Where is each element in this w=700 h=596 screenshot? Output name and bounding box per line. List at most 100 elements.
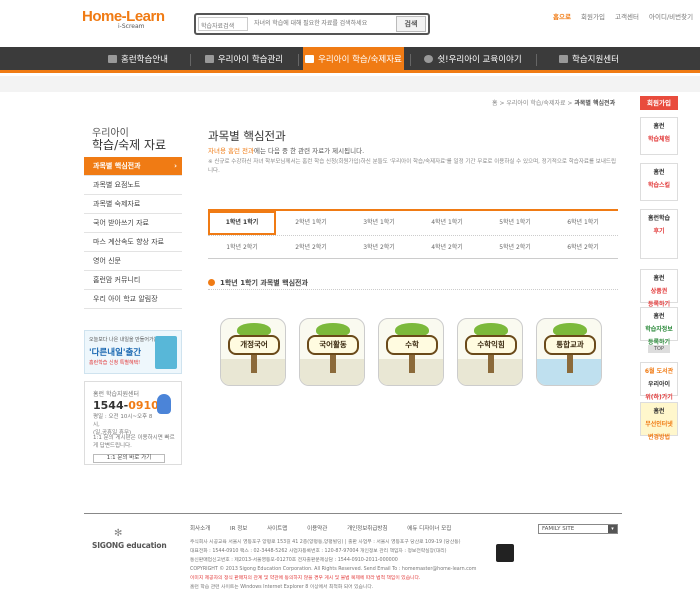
nav-label: 우리아이 학습관리 bbox=[217, 55, 284, 65]
top-link-find-account[interactable]: 아이디/비번찾기 bbox=[649, 13, 693, 21]
sidebar-item-school-notice[interactable]: 우리 아이 학교 알림장 bbox=[84, 290, 182, 309]
quick-line2: 학습체험 bbox=[647, 136, 671, 143]
search-input[interactable] bbox=[252, 17, 394, 31]
footer-link-terms[interactable]: 이용약관 bbox=[307, 524, 327, 532]
top-link-join[interactable]: 회원가입 bbox=[581, 13, 605, 21]
nav-divider bbox=[298, 54, 299, 66]
quick-voucher-button[interactable]: 홈런 상품권 등록하기 bbox=[640, 269, 678, 308]
book-promo-banner[interactable]: 오늘보다 나은 내일을 만들어가는 '다른내일'출간 홈런학습 신청 특별혜택! bbox=[84, 330, 182, 374]
quick-line3: 위(하)가기 bbox=[645, 394, 673, 401]
desc-rest: 에는 다음 중 한 관련 자료가 제시됩니다. bbox=[254, 147, 365, 155]
sidebar-item-english-news[interactable]: 영어 신문 bbox=[84, 252, 182, 271]
scroll-top-button[interactable]: TOP bbox=[648, 345, 670, 353]
quick-line2: 무선인터넷 bbox=[645, 421, 673, 428]
grade-tab-3-1[interactable]: 3학년 1학기 bbox=[345, 211, 413, 235]
quick-line1: 6월 도서관 bbox=[644, 368, 674, 375]
intro-icon bbox=[108, 55, 118, 63]
quick-review-button[interactable]: 홈런학습 후기 bbox=[640, 209, 678, 259]
grade-tab-2-1[interactable]: 2학년 1학기 bbox=[277, 211, 345, 235]
nav-divider bbox=[536, 54, 537, 66]
signpost-post bbox=[567, 353, 573, 373]
signpost-post bbox=[251, 353, 257, 373]
grade-tab-6-2[interactable]: 6학년 2학기 bbox=[549, 236, 617, 260]
grade-tab-5-1[interactable]: 5학년 1학기 bbox=[481, 211, 549, 235]
chevron-right-icon: › bbox=[174, 162, 177, 170]
cs-phone-suffix: 0910 bbox=[128, 399, 159, 412]
grade-tab-1-1[interactable]: 1학년 1학기 bbox=[208, 211, 276, 235]
banner-line3: 홈런학습 신청 특별혜택! bbox=[89, 360, 141, 366]
search-category-select[interactable]: 학습자료검색 bbox=[198, 17, 248, 31]
footer-link-about[interactable]: 회사소개 bbox=[190, 524, 210, 532]
sidebar-item-calc-speed[interactable]: 마스 계산속도 향상 자료 bbox=[84, 233, 182, 252]
footer-info-line2: 대표전화 : 1544-0910 팩스 : 02-3448-5262 사업자등록… bbox=[190, 549, 447, 554]
footer-link-sitemap[interactable]: 사이트맵 bbox=[267, 524, 287, 532]
subject-card-korean-activity[interactable]: 국어활동 bbox=[299, 318, 365, 386]
chevron-down-icon: ▾ bbox=[608, 525, 617, 533]
breadcrumb-home[interactable]: 홈 bbox=[492, 100, 498, 107]
grade-tab-4-2[interactable]: 4학년 2학기 bbox=[413, 236, 481, 260]
quick-line1: 홈런학습 bbox=[647, 215, 671, 222]
nav-item-study-material[interactable]: 우리아이 학습/숙제자료 bbox=[303, 47, 404, 73]
subject-label: 수학익힘 bbox=[465, 335, 517, 355]
speech-bubble-icon bbox=[424, 55, 434, 63]
sidebar-item-core-study[interactable]: 과목별 핵심전과 › bbox=[84, 157, 182, 176]
sidebar-item-community[interactable]: 홈런맘 커뮤니티 bbox=[84, 271, 182, 290]
signpost-post bbox=[330, 353, 336, 373]
subject-card-integrated[interactable]: 통합교과 bbox=[536, 318, 602, 386]
signpost-post bbox=[488, 353, 494, 373]
grade-row-semester1: 1학년 1학기 2학년 1학기 3학년 1학기 4학년 1학기 5학년 1학기 … bbox=[208, 211, 618, 235]
grade-tab-1-2[interactable]: 1학년 2학기 bbox=[208, 236, 276, 260]
nav-item-study-manage[interactable]: 우리아이 학습관리 bbox=[198, 47, 290, 73]
grade-tab-2-2[interactable]: 2학년 2학기 bbox=[277, 236, 345, 260]
grade-tab-3-2[interactable]: 3학년 2학기 bbox=[345, 236, 413, 260]
subject-card-math[interactable]: 수학 bbox=[378, 318, 444, 386]
subject-label: 통합교과 bbox=[544, 335, 596, 355]
grade-tab-4-1[interactable]: 4학년 1학기 bbox=[413, 211, 481, 235]
search-button[interactable]: 검색 bbox=[396, 16, 426, 32]
top-link-home[interactable]: 홈으로 bbox=[553, 13, 571, 21]
subject-card-korean[interactable]: 개정국어 bbox=[220, 318, 286, 386]
footer-link-privacy[interactable]: 개인정보취급방침 bbox=[347, 524, 387, 532]
breadcrumb-section[interactable]: 우리아이 학습/숙제자료 bbox=[506, 100, 565, 107]
phone-icon bbox=[559, 55, 569, 63]
family-site-label: FAMILY SITE bbox=[542, 526, 575, 532]
certification-badge-icon bbox=[496, 544, 514, 562]
nav-item-support-center[interactable]: 학습지원센터 bbox=[544, 47, 634, 73]
home-learn-logo[interactable]: Home-Learn i-Scream bbox=[82, 8, 172, 34]
footer-copyright: COPYRIGHT © 2013 Sigong Education Corpor… bbox=[190, 567, 477, 572]
footer-notice2: 홈런 학습 관련 사이트는 Windows Internet Explorer … bbox=[190, 585, 374, 590]
qna-button[interactable]: 1:1 문의 바로 가기 bbox=[93, 454, 165, 463]
nav-label: 우리아이 학습/숙제자료 bbox=[318, 55, 402, 65]
folder-icon bbox=[305, 55, 315, 63]
sidebar-item-summary-notes[interactable]: 과목별 요점노트 bbox=[84, 176, 182, 195]
sidebar-item-label: 국어 받아쓰기 자료 bbox=[93, 219, 149, 227]
sidebar-item-label: 과목별 숙제자료 bbox=[93, 200, 141, 208]
subject-label: 수학 bbox=[386, 335, 438, 355]
grade-tab-5-2[interactable]: 5학년 2학기 bbox=[481, 236, 549, 260]
subject-card-math-practice[interactable]: 수학익힘 bbox=[457, 318, 523, 386]
top-link-support[interactable]: 고객센터 bbox=[615, 13, 639, 21]
page-description: 자녀용 홈런 전과에는 다음 중 한 관련 자료가 제시됩니다. bbox=[208, 145, 364, 155]
quick-join-button[interactable]: 회원가입 bbox=[640, 96, 678, 110]
quick-trial-button[interactable]: 홈런 학습체험 bbox=[640, 117, 678, 155]
footer-divider bbox=[84, 513, 622, 514]
grade-tab-6-1[interactable]: 6학년 1학기 bbox=[549, 211, 617, 235]
quick-skill-button[interactable]: 홈런 학습스킬 bbox=[640, 163, 678, 201]
family-site-select[interactable]: FAMILY SITE ▾ bbox=[538, 524, 618, 534]
quick-line2: 후기 bbox=[653, 228, 665, 235]
nav-divider bbox=[410, 54, 411, 66]
signpost-post bbox=[409, 353, 415, 373]
quick-library-button[interactable]: 6월 도서관 우리아이 위(하)가기 bbox=[640, 362, 678, 401]
cs-phone-prefix: 1544- bbox=[93, 399, 129, 412]
sidebar-item-dictation[interactable]: 국어 받아쓰기 자료 bbox=[84, 214, 182, 233]
quick-wireless-button[interactable]: 홈런 무선인터넷 변경방법 bbox=[640, 402, 678, 441]
footer-link-recruit[interactable]: 에듀 디자이너 모집 bbox=[407, 524, 451, 532]
nav-item-education-story[interactable]: 쉿!우리아이 교육이야기 bbox=[414, 47, 532, 73]
nav-item-intro[interactable]: 홈런학습안내 bbox=[88, 47, 188, 73]
footer-link-ir[interactable]: IR 정보 bbox=[230, 524, 247, 532]
quick-line2: 학습스킬 bbox=[647, 182, 671, 189]
sidebar-item-homework[interactable]: 과목별 숙제자료 bbox=[84, 195, 182, 214]
cs-phone: 1544-0910 bbox=[93, 399, 159, 412]
quick-learner-info-button[interactable]: 홈런 학습자정보 등록하기 bbox=[640, 307, 678, 346]
footer-info-line1: 주식회사 시공교육 서울시 영등포구 양평로 153길 41 2층(양평동,양평… bbox=[190, 540, 461, 545]
